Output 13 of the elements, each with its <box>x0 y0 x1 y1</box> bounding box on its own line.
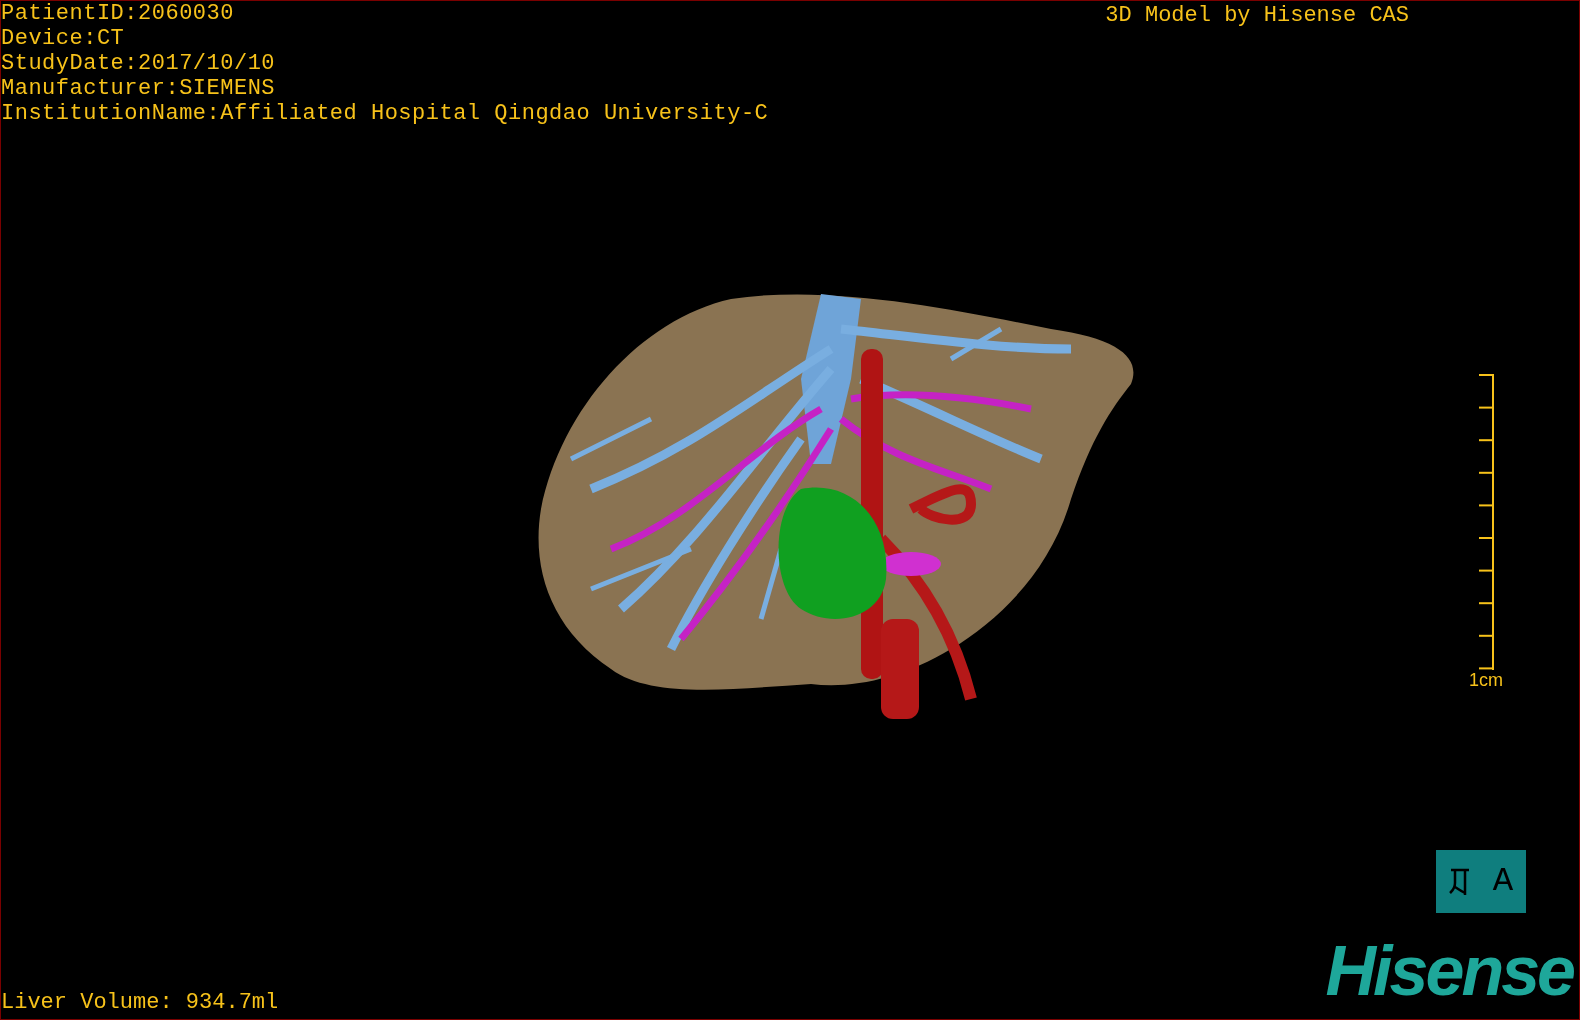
info-line: InstitutionName:Affiliated Hospital Qingdao University-C <box>1 101 769 126</box>
info-line: Device:CT <box>1 26 126 51</box>
orientation-cube[interactable]: A <box>1436 850 1526 913</box>
brand-logo: Hisense <box>1325 939 1575 1003</box>
orientation-glyph-icon <box>1448 866 1471 897</box>
scale-label: 1cm <box>1469 670 1503 690</box>
liver-volume: Liver Volume: 934.7ml <box>1 990 279 1015</box>
info-line: Manufacturer:SIEMENS <box>1 76 277 101</box>
info-line: StudyDate:2017/10/10 <box>1 51 277 76</box>
model-credit: 3D Model by Hisense CAS <box>1105 3 1409 28</box>
info-line: PatientID:2060030 <box>1 1 235 26</box>
scale-bar-icon <box>1477 374 1497 670</box>
orientation-label: A <box>1492 861 1514 902</box>
